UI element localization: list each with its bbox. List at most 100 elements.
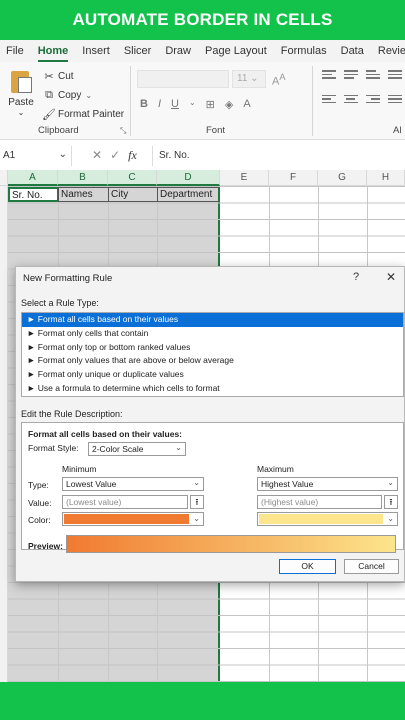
dialog-launcher-icon[interactable]: ⤡ [120,126,126,136]
column-header-d[interactable]: D [157,170,220,186]
tab-insert[interactable]: Insert [76,40,118,62]
align-left-icon[interactable] [322,94,336,106]
column-header-f[interactable]: F [269,170,318,186]
font-size-box[interactable]: 11 ⌄ [232,70,266,88]
rule-type-item[interactable]: ► Format only cells that contain [22,327,403,341]
chevron-down-icon: ⌄ [193,514,200,523]
chevron-down-icon: ⌄ [387,514,394,523]
align-bottom-icon[interactable] [366,70,380,81]
format-painter-button[interactable]: 🖌 Format Painter [42,105,124,124]
chevron-down-icon: ⌄ [387,478,394,487]
cut-label: Cut [58,71,74,82]
clipboard-group-label: Clipboard [38,125,79,136]
cell-c1[interactable]: City [108,187,158,202]
underline-icon[interactable]: U [171,98,179,111]
tab-page-layout[interactable]: Page Layout [199,40,275,62]
column-header-g[interactable]: G [318,170,367,186]
row-headers[interactable] [0,186,8,682]
copy-button[interactable]: ⧉ Copy ⌄ [42,86,124,105]
rule-description-panel: Format all cells based on their values: … [21,422,404,553]
edit-rule-description-label: Edit the Rule Description: [21,409,123,419]
description-heading: Format all cells based on their values: [28,429,182,439]
divider [312,66,313,136]
paintbrush-icon: 🖌 [42,109,56,121]
column-header-c[interactable]: C [108,170,157,186]
name-box[interactable]: A1 ⌄ [0,146,72,166]
format-style-label: Format Style: [28,443,79,453]
font-color-icon[interactable]: A [243,98,250,111]
bold-icon[interactable]: B [140,98,148,111]
paste-button[interactable]: Paste ⌄ [6,68,36,117]
title-banner: AUTOMATE BORDER IN CELLS [0,0,405,40]
minimum-color-picker[interactable]: ⌄ [62,512,204,526]
chevron-down-icon[interactable]: ⌄ [189,98,196,111]
align-top-icon[interactable] [322,70,336,81]
tab-review[interactable]: Review [372,40,405,62]
tab-file[interactable]: File [0,40,32,62]
font-name-box[interactable] [137,70,229,88]
chevron-down-icon: ⌄ [193,478,200,487]
tab-draw[interactable]: Draw [159,40,199,62]
insert-function-icon[interactable]: fx [128,148,137,163]
formula-input[interactable]: Sr. No. [152,146,405,166]
dialog-title: New Formatting Rule [23,273,113,284]
divider [130,66,131,136]
footer-banner [0,682,405,720]
fill-color-icon[interactable]: ◈ [225,98,233,111]
minimum-type-select[interactable]: Lowest Value ⌄ [62,477,204,491]
maximum-value-input[interactable]: (Highest value) [257,495,382,509]
banner-title: AUTOMATE BORDER IN CELLS [72,10,333,29]
copy-icon: ⧉ [45,89,53,101]
align-right-icon[interactable] [366,94,380,106]
column-header-a[interactable]: A [8,170,58,186]
enter-icon[interactable]: ✓ [110,148,120,163]
cell-b1[interactable]: Names [58,187,109,202]
column-header-h[interactable]: H [367,170,405,186]
ribbon: Paste ⌄ ✂ Cut ⧉ Copy ⌄ 🖌 Format Painter … [0,62,405,140]
borders-icon[interactable]: ⊞ [206,98,215,111]
cell-d1[interactable]: Department [157,187,220,202]
orientation-icon[interactable] [388,70,402,81]
ok-button[interactable]: OK [279,559,336,574]
align-middle-icon[interactable] [344,70,358,81]
range-picker-icon[interactable]: ⭱ [384,495,398,509]
tab-home[interactable]: Home [32,40,77,62]
rule-type-item[interactable]: ► Format all cells based on their values [22,313,403,327]
tab-slicer[interactable]: Slicer [118,40,160,62]
cancel-icon[interactable]: ✕ [92,148,102,163]
copy-label: Copy [58,90,82,101]
tab-formulas[interactable]: Formulas [275,40,335,62]
chevron-down-icon[interactable]: ⌄ [85,91,92,100]
cut-button[interactable]: ✂ Cut [42,67,124,86]
rule-type-item[interactable]: ► Format only values that are above or b… [22,354,403,368]
tab-data[interactable]: Data [335,40,372,62]
color-swatch [259,514,383,524]
help-icon[interactable]: ? [353,271,359,283]
ribbon-tabs: File Home Insert Slicer Draw Page Layout… [0,40,405,62]
close-icon[interactable]: ✕ [386,270,396,284]
maximum-color-picker[interactable]: ⌄ [257,512,398,526]
range-picker-icon[interactable]: ⭱ [190,495,204,509]
value-label: Value: [28,498,52,508]
italic-icon[interactable]: I [158,98,161,111]
maximum-type-select[interactable]: Highest Value ⌄ [257,477,398,491]
chevron-down-icon[interactable]: ⌄ [59,149,67,160]
font-grow-icon[interactable]: AA [272,72,285,88]
cell-a1[interactable]: Sr. No. [8,187,59,202]
alignment-group [322,70,402,119]
indent-icon[interactable] [388,94,402,106]
rule-type-item[interactable]: ► Use a formula to determine which cells… [22,382,403,396]
scissors-icon: ✂ [44,71,54,83]
type-label: Type: [28,480,49,490]
format-style-select[interactable]: 2-Color Scale ⌄ [88,442,186,456]
select-all-corner[interactable] [0,170,8,186]
rule-type-list[interactable]: ► Format all cells based on their values… [21,312,404,397]
new-formatting-rule-dialog: New Formatting Rule ? ✕ Select a Rule Ty… [15,266,405,582]
rule-type-item[interactable]: ► Format only unique or duplicate values [22,368,403,382]
align-center-icon[interactable] [344,94,358,106]
column-header-b[interactable]: B [58,170,108,186]
column-header-e[interactable]: E [220,170,269,186]
minimum-value-input[interactable]: (Lowest value) [62,495,188,509]
cancel-button[interactable]: Cancel [344,559,399,574]
rule-type-item[interactable]: ► Format only top or bottom ranked value… [22,341,403,355]
